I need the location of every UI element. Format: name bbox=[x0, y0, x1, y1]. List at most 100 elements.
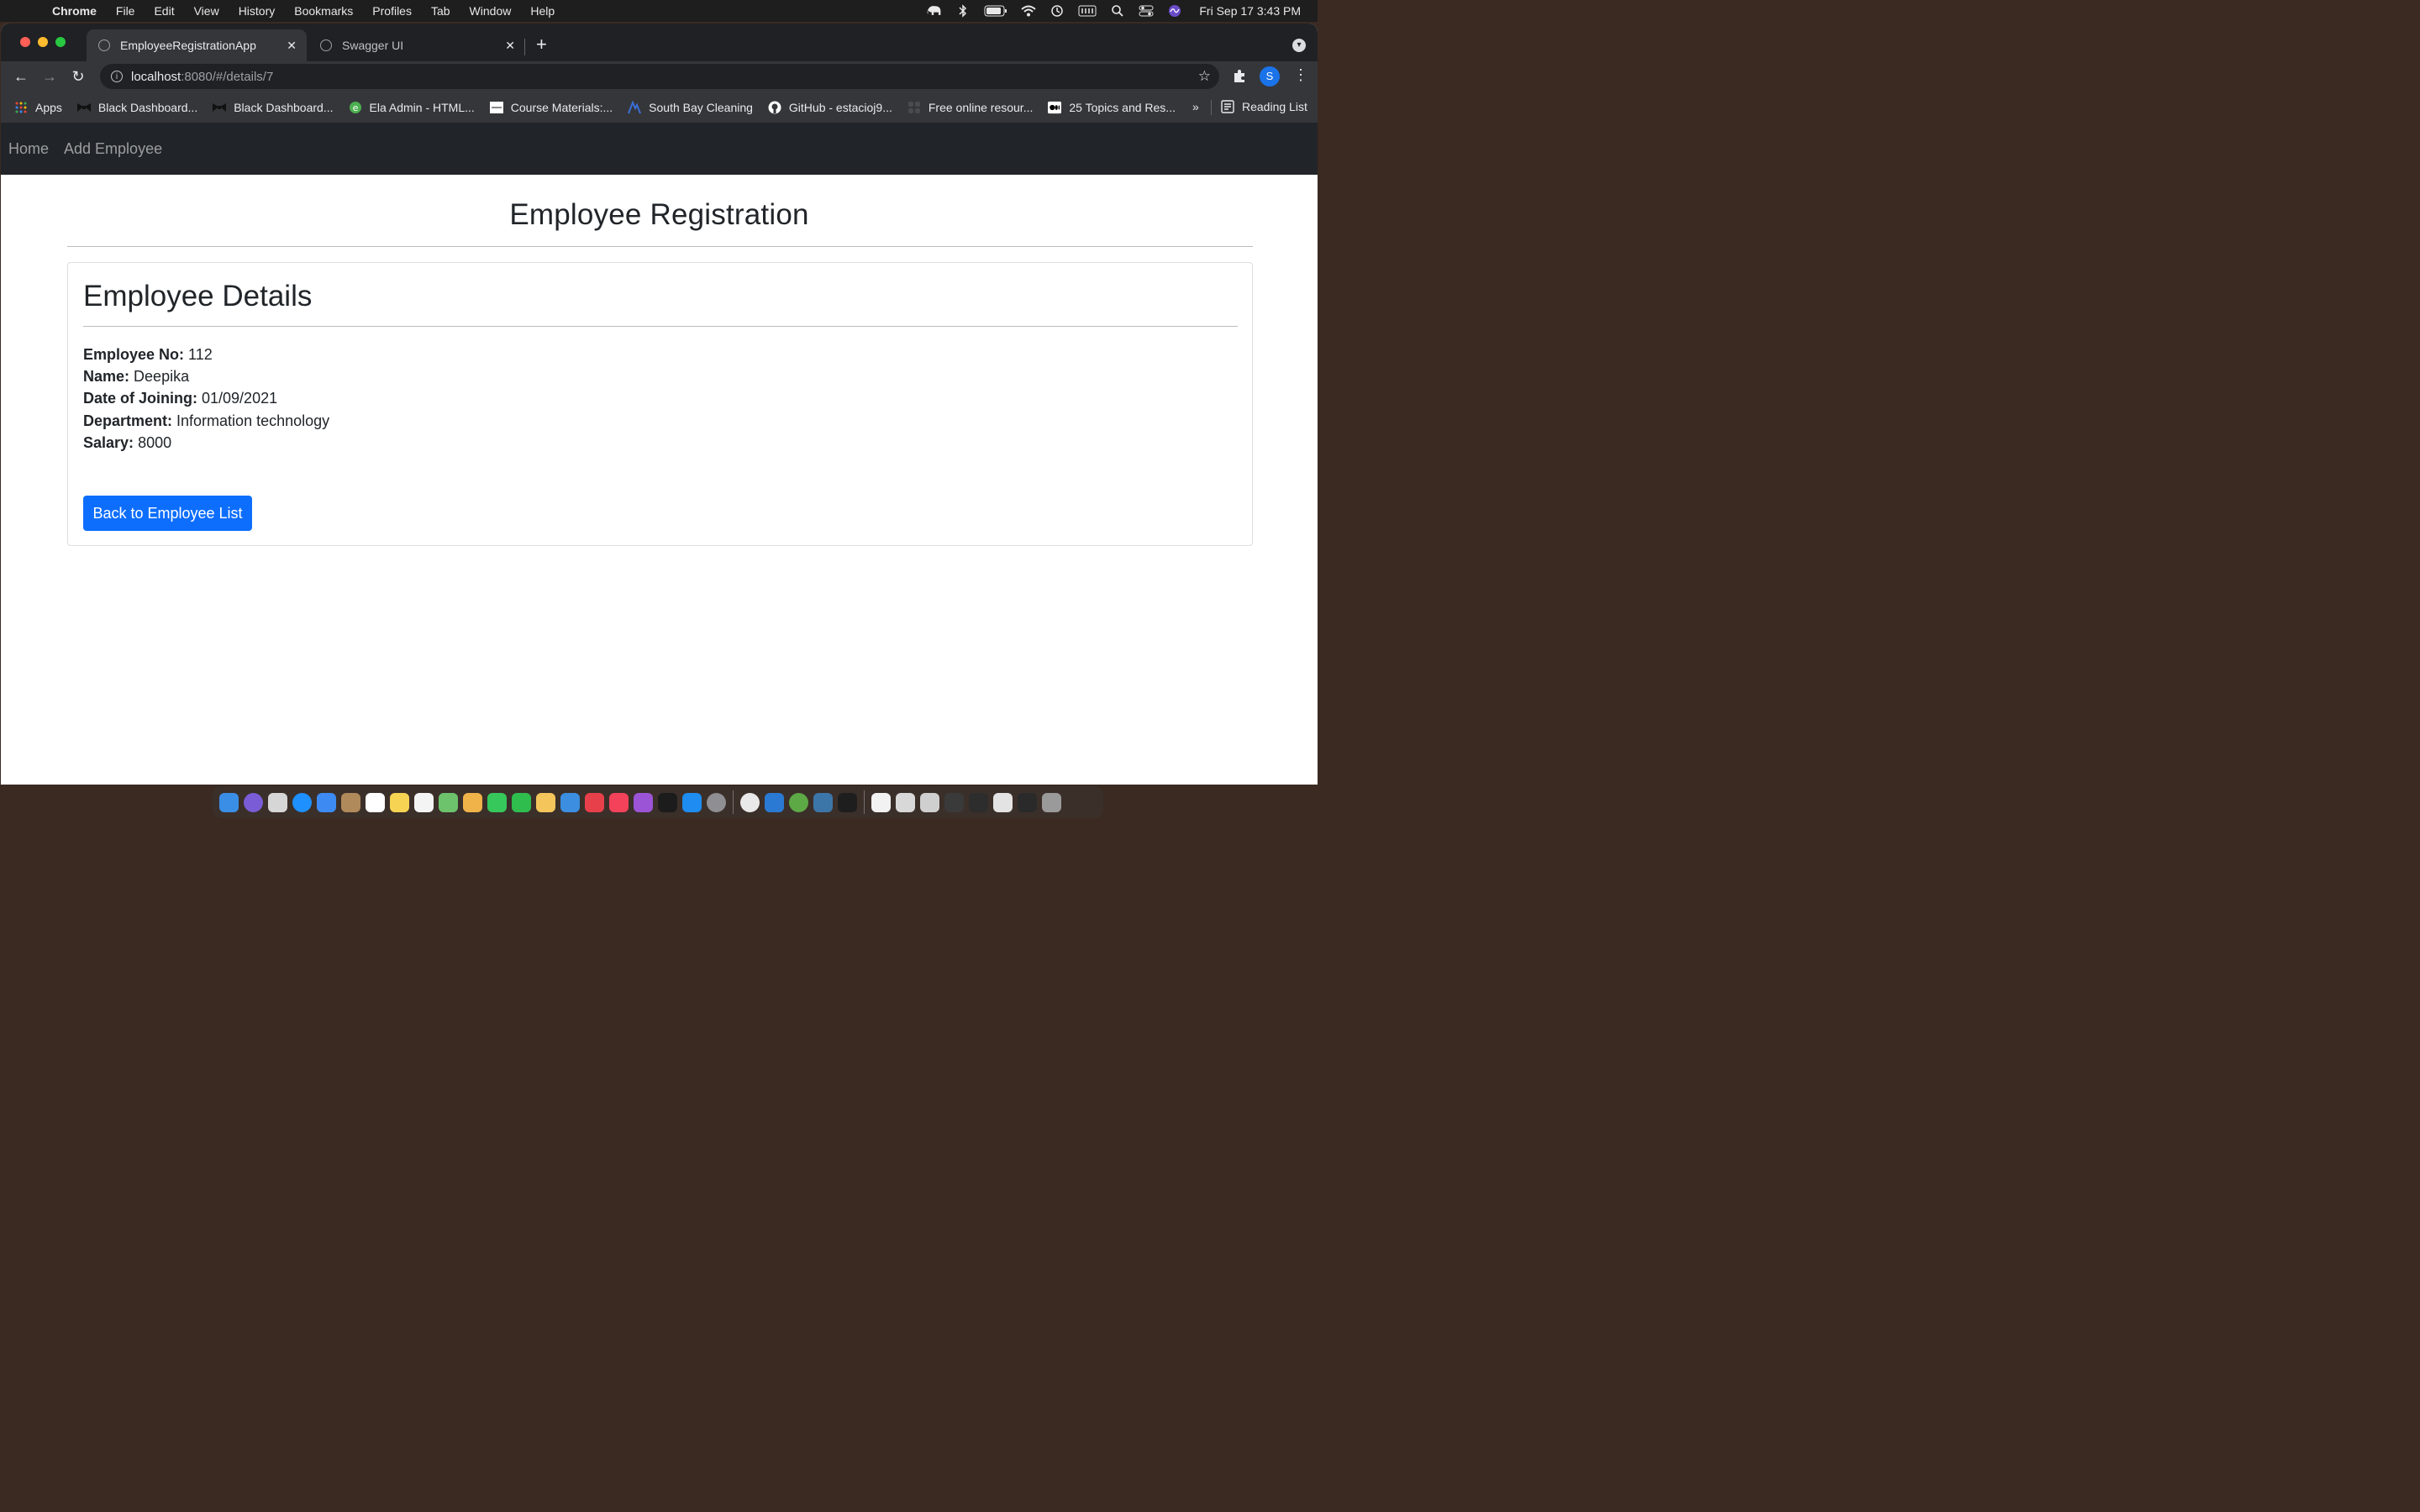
menubar-clock[interactable]: Fri Sep 17 3:43 PM bbox=[1199, 4, 1301, 18]
bowtie-icon bbox=[76, 101, 91, 114]
bookmark-star-icon[interactable]: ☆ bbox=[1198, 68, 1211, 85]
chrome-icon[interactable] bbox=[740, 792, 760, 812]
card-divider bbox=[83, 326, 1238, 327]
tv-icon[interactable] bbox=[658, 792, 677, 812]
new-tab-icon[interactable]: + bbox=[536, 35, 547, 54]
extensions-puzzle-icon[interactable] bbox=[1232, 68, 1247, 87]
bookmark-label: GitHub - estacioj9... bbox=[788, 100, 892, 114]
bookmark-25-topics[interactable]: 25 Topics and Res... bbox=[1048, 101, 1176, 114]
app-store-icon[interactable] bbox=[682, 792, 702, 812]
siri-dock-icon[interactable] bbox=[244, 792, 263, 812]
window-thumbnail-icon[interactable] bbox=[896, 792, 915, 812]
battery-icon[interactable] bbox=[984, 5, 1007, 17]
field-label: Name: bbox=[83, 368, 130, 386]
menu-help[interactable]: Help bbox=[530, 4, 555, 18]
menu-history[interactable]: History bbox=[239, 4, 276, 18]
browser-window: EmployeeRegistrationApp ✕ Swagger UI ✕ +… bbox=[1, 24, 1318, 785]
menu-app-chrome[interactable]: Chrome bbox=[52, 4, 97, 18]
reading-list-button[interactable]: Reading List bbox=[1221, 100, 1307, 113]
window-thumbnail-icon[interactable] bbox=[1018, 792, 1037, 812]
facetime-icon[interactable] bbox=[512, 792, 531, 812]
spotlight-search-icon[interactable] bbox=[1110, 5, 1125, 17]
pages-icon[interactable] bbox=[536, 792, 555, 812]
bookmark-label: 25 Topics and Res... bbox=[1069, 100, 1176, 114]
calendar-icon[interactable] bbox=[366, 792, 385, 812]
close-tab-icon[interactable]: ✕ bbox=[287, 39, 297, 53]
menu-window[interactable]: Window bbox=[470, 4, 512, 18]
chrome-menu-icon[interactable]: ⋮ bbox=[1293, 66, 1308, 84]
close-tab-icon[interactable]: ✕ bbox=[505, 39, 515, 53]
numbers-icon[interactable] bbox=[560, 792, 580, 812]
memory-icon[interactable] bbox=[1078, 5, 1097, 17]
safari-icon[interactable] bbox=[292, 792, 312, 812]
site-info-icon[interactable]: i bbox=[111, 71, 123, 82]
back-arrow-icon[interactable]: ← bbox=[7, 68, 35, 86]
window-thumbnail-icon[interactable] bbox=[944, 792, 964, 812]
tab-employee-registration[interactable]: EmployeeRegistrationApp ✕ bbox=[87, 29, 307, 61]
tab-swagger-ui[interactable]: Swagger UI ✕ bbox=[308, 29, 525, 61]
macos-menubar: Chrome File Edit View History Bookmarks … bbox=[0, 0, 1318, 22]
control-center-icon[interactable] bbox=[1139, 5, 1154, 17]
bluetooth-icon[interactable] bbox=[955, 4, 971, 18]
bookmark-black-dashboard-2[interactable]: Black Dashboard... bbox=[213, 100, 334, 114]
menu-view[interactable]: View bbox=[194, 4, 219, 18]
bookmarks-overflow-chevron-icon[interactable]: » bbox=[1192, 100, 1199, 113]
siri-icon[interactable] bbox=[1167, 5, 1182, 17]
menu-edit[interactable]: Edit bbox=[154, 4, 174, 18]
nav-link-home[interactable]: Home bbox=[8, 140, 49, 158]
window-thumbnail-icon[interactable] bbox=[993, 792, 1013, 812]
zoom-window-button[interactable] bbox=[55, 37, 66, 47]
wifi-icon[interactable] bbox=[1021, 5, 1037, 17]
menu-tab[interactable]: Tab bbox=[431, 4, 450, 18]
dock-separator bbox=[733, 790, 734, 814]
forward-arrow-icon[interactable]: → bbox=[35, 68, 64, 86]
contacts-icon[interactable] bbox=[341, 792, 360, 812]
profile-avatar[interactable]: S bbox=[1260, 66, 1280, 87]
bookmark-github[interactable]: GitHub - estacioj9... bbox=[768, 101, 892, 114]
field-date-of-joining: Date of Joining: 01/09/2021 bbox=[83, 387, 329, 409]
notes-icon[interactable] bbox=[390, 792, 409, 812]
spring-tools-icon[interactable] bbox=[789, 792, 808, 812]
apps-grid-icon bbox=[14, 101, 28, 114]
launchpad-icon[interactable] bbox=[268, 792, 287, 812]
time-machine-icon[interactable] bbox=[1050, 5, 1065, 17]
reload-icon[interactable]: ↻ bbox=[64, 68, 92, 86]
back-to-employee-list-button[interactable]: Back to Employee List bbox=[83, 496, 252, 531]
menubar-status-area: Fri Sep 17 3:43 PM bbox=[927, 0, 1301, 22]
trash-icon[interactable] bbox=[1042, 792, 1061, 812]
address-bar[interactable]: i localhost :8080/#/details/7 ☆ bbox=[100, 64, 1219, 89]
bookmark-south-bay-cleaning[interactable]: South Bay Cleaning bbox=[628, 100, 753, 114]
vscode-icon[interactable] bbox=[765, 792, 784, 812]
field-value: 01/09/2021 bbox=[202, 390, 278, 407]
podcasts-icon[interactable] bbox=[634, 792, 653, 812]
menu-bookmarks[interactable]: Bookmarks bbox=[294, 4, 353, 18]
menu-file[interactable]: File bbox=[116, 4, 135, 18]
mail-icon[interactable] bbox=[317, 792, 336, 812]
reminders-icon[interactable] bbox=[414, 792, 434, 812]
minimize-window-button[interactable] bbox=[38, 37, 48, 47]
terminal-icon[interactable] bbox=[838, 792, 857, 812]
tab-search-icon[interactable]: ▾ bbox=[1292, 39, 1306, 52]
window-thumbnail-icon[interactable] bbox=[920, 792, 939, 812]
bookmark-course-materials[interactable]: Course Materials:... bbox=[489, 101, 613, 114]
messages-icon[interactable] bbox=[487, 792, 507, 812]
maps-icon[interactable] bbox=[439, 792, 458, 812]
bookmark-apps[interactable]: Apps bbox=[14, 101, 62, 114]
music-icon[interactable] bbox=[609, 792, 629, 812]
postgres-icon[interactable] bbox=[813, 792, 833, 812]
bookmark-free-online-resources[interactable]: Free online resour... bbox=[908, 101, 1033, 114]
photos-icon[interactable] bbox=[463, 792, 482, 812]
nav-link-add-employee[interactable]: Add Employee bbox=[64, 140, 162, 158]
news-icon[interactable] bbox=[585, 792, 604, 812]
menu-profiles[interactable]: Profiles bbox=[372, 4, 412, 18]
system-preferences-icon[interactable] bbox=[707, 792, 726, 812]
bookmark-black-dashboard-1[interactable]: Black Dashboard... bbox=[76, 101, 197, 114]
document-icon[interactable] bbox=[871, 792, 891, 812]
window-thumbnail-icon[interactable] bbox=[969, 792, 988, 812]
close-window-button[interactable] bbox=[20, 37, 30, 47]
elephant-icon[interactable] bbox=[927, 5, 942, 17]
url-host: localhost bbox=[131, 69, 182, 84]
finder-icon[interactable] bbox=[219, 792, 239, 812]
bookmark-ela-admin[interactable]: e Ela Admin - HTML... bbox=[349, 101, 475, 114]
bookmark-label: Black Dashboard... bbox=[234, 100, 334, 114]
